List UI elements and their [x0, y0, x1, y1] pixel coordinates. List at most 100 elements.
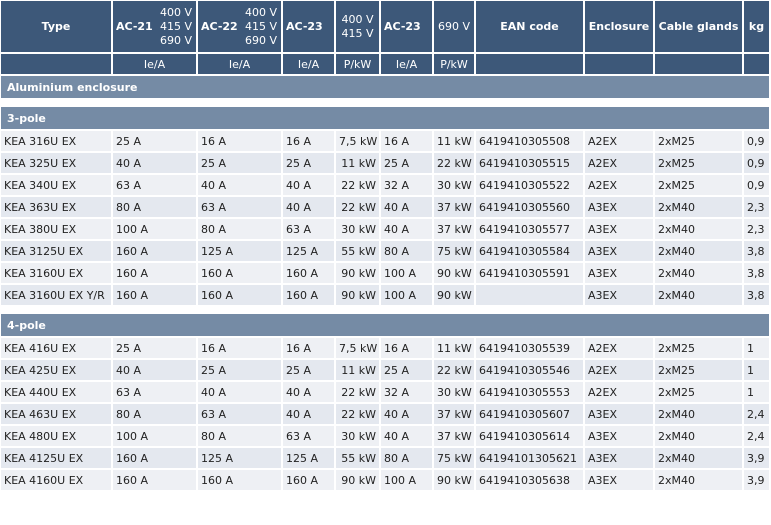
table-cell: 25 A: [381, 360, 432, 380]
table-cell: A2EX: [585, 131, 653, 151]
table-cell: 2xM25: [655, 153, 742, 173]
table-cell: 22 kW: [336, 197, 379, 217]
table-row: KEA 4125U EX 160 A 125 A 125 A 55 kW 80 A 75 k…: [1, 448, 769, 468]
table-cell: 160 A: [198, 263, 281, 283]
table-cell: 100 A: [381, 470, 432, 490]
table-cell: 6419410305614: [476, 426, 583, 446]
table-cell: 160 A: [113, 285, 196, 305]
table-cell: 80 A: [198, 426, 281, 446]
table-cell: A2EX: [585, 175, 653, 195]
table-cell: 0,9: [744, 153, 769, 173]
table-cell: A3EX: [585, 285, 653, 305]
table-cell: 75 kW: [434, 448, 474, 468]
table-cell: 7,5 kW: [336, 131, 379, 151]
table-cell: 16 A: [381, 131, 432, 151]
table-cell: 3,8: [744, 241, 769, 261]
table-row: KEA 416U EX 25 A 16 A 16 A 7,5 kW 16 A 11 kW 64…: [1, 338, 769, 358]
table-cell: 100 A: [381, 263, 432, 283]
table-cell: 160 A: [283, 263, 334, 283]
col-ac21: AC-21 400 V 415 V 690 V: [113, 1, 196, 52]
table-cell: 125 A: [283, 448, 334, 468]
table-cell: 16 A: [381, 338, 432, 358]
table-cell: 2,4: [744, 426, 769, 446]
table-cell: 125 A: [198, 448, 281, 468]
table-cell: 22 kW: [336, 382, 379, 402]
table-cell: 25 A: [381, 153, 432, 173]
table-cell: 7,5 kW: [336, 338, 379, 358]
table-cell: 63 A: [283, 219, 334, 239]
table-cell: KEA 440U EX: [1, 382, 111, 402]
unit-cell: [1, 54, 111, 74]
table-cell: A3EX: [585, 241, 653, 261]
table-cell: 3,8: [744, 263, 769, 283]
table-cell: 2,3: [744, 219, 769, 239]
table-cell: KEA 4160U EX: [1, 470, 111, 490]
table-cell: KEA 480U EX: [1, 426, 111, 446]
table-row: KEA 480U EX 100 A 80 A 63 A 30 kW 40 A 37 kW 64…: [1, 426, 769, 446]
table-cell: 6419410305560: [476, 197, 583, 217]
table-cell: A2EX: [585, 360, 653, 380]
table-row: KEA 316U EX 25 A 16 A 16 A 7,5 kW 16 A 11 kW 64…: [1, 131, 769, 151]
table-cell: 6419410305508: [476, 131, 583, 151]
unit-cell: Ie/A: [113, 54, 196, 74]
unit-cell: [585, 54, 653, 74]
table-cell: 90 kW: [336, 285, 379, 305]
table-cell: 2xM40: [655, 219, 742, 239]
table-cell: 2xM25: [655, 360, 742, 380]
table-cell: 2,3: [744, 197, 769, 217]
unit-cell: [744, 54, 769, 74]
table-cell: 11 kW: [434, 131, 474, 151]
table-cell: KEA 316U EX: [1, 131, 111, 151]
table-cell: 40 A: [283, 175, 334, 195]
table-cell: 2xM25: [655, 338, 742, 358]
table-cell: 80 A: [198, 219, 281, 239]
table-cell: 2,4: [744, 404, 769, 424]
table-cell: 1: [744, 360, 769, 380]
table-cell: 30 kW: [434, 382, 474, 402]
col-ac22: AC-22 400 V 415 V 690 V: [198, 1, 281, 52]
table-cell: 30 kW: [336, 219, 379, 239]
table-cell: 6419410305577: [476, 219, 583, 239]
units-row: Ie/A Ie/A Ie/A P/kW Ie/A P/kW: [1, 54, 769, 74]
table-cell: 40 A: [283, 197, 334, 217]
table-cell: 25 A: [283, 153, 334, 173]
table-cell: A3EX: [585, 448, 653, 468]
table-row: KEA 380U EX 100 A 80 A 63 A 30 kW 40 A 37 kW 64…: [1, 219, 769, 239]
table-cell: 25 A: [113, 131, 196, 151]
unit-cell: Ie/A: [198, 54, 281, 74]
table-cell: 160 A: [283, 285, 334, 305]
table-cell: 6419410305515: [476, 153, 583, 173]
table-cell: 160 A: [113, 241, 196, 261]
section-header-label: 3-pole: [1, 107, 769, 129]
table-cell: A3EX: [585, 219, 653, 239]
table-cell: KEA 4125U EX: [1, 448, 111, 468]
table-cell: 2xM40: [655, 197, 742, 217]
table-cell: 30 kW: [336, 426, 379, 446]
table-cell: 6419410305522: [476, 175, 583, 195]
table-cell: 6419410305546: [476, 360, 583, 380]
table-cell: 25 A: [283, 360, 334, 380]
table-cell: 32 A: [381, 175, 432, 195]
unit-cell: Ie/A: [283, 54, 334, 74]
table-cell: 40 A: [198, 382, 281, 402]
table-cell: 37 kW: [434, 426, 474, 446]
table-cell: 16 A: [283, 131, 334, 151]
table-cell: 63 A: [113, 175, 196, 195]
table-cell: 63 A: [198, 197, 281, 217]
col-ean: EAN code: [476, 1, 583, 52]
table-cell: 25 A: [198, 360, 281, 380]
table-cell: 22 kW: [336, 175, 379, 195]
section-header: 3-pole: [1, 107, 769, 129]
table-cell: 125 A: [283, 241, 334, 261]
product-table: Type AC-21 400 V 415 V 690 V AC-22 400 V 41…: [0, 0, 771, 492]
table-row: KEA 363U EX 80 A 63 A 40 A 22 kW 40 A 37 kW 641…: [1, 197, 769, 217]
table-cell: 25 A: [198, 153, 281, 173]
table-cell: 160 A: [113, 470, 196, 490]
unit-cell: Ie/A: [381, 54, 432, 74]
table-cell: 37 kW: [434, 197, 474, 217]
table-cell: 55 kW: [336, 448, 379, 468]
table-cell: A2EX: [585, 382, 653, 402]
table-cell: 125 A: [198, 241, 281, 261]
table-cell: KEA 416U EX: [1, 338, 111, 358]
category-header-label: Aluminium enclosure: [1, 76, 769, 98]
